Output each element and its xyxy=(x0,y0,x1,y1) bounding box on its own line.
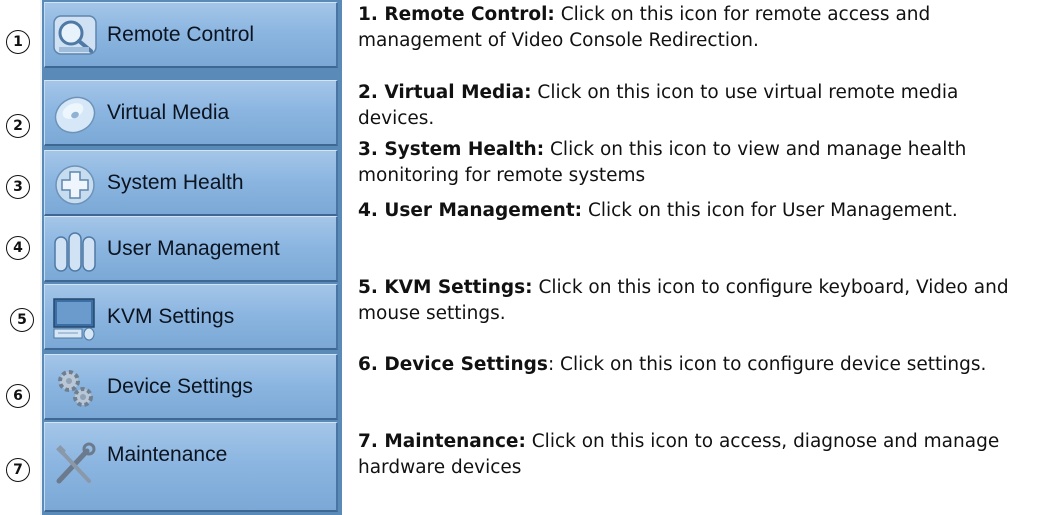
menu-button-remote-control[interactable]: Remote Control xyxy=(44,2,338,68)
description-text: : Click on this icon to configure device… xyxy=(547,354,987,375)
description-title: 3. System Health: xyxy=(358,139,545,160)
kvm-settings-monitor-icon xyxy=(53,298,95,341)
description-system-health: 3. System Health: Click on this icon to … xyxy=(358,137,1038,189)
description-title: 1. Remote Control: xyxy=(358,4,555,25)
description-title: 4. User Management: xyxy=(358,200,583,221)
menu-button-maintenance[interactable]: Maintenance xyxy=(44,422,338,512)
callout-number-4: 4 xyxy=(6,236,30,260)
callout-number-7: 7 xyxy=(6,458,30,482)
callout-number-3: 3 xyxy=(6,175,30,199)
menu-button-label: System Health xyxy=(107,171,244,194)
menu-button-user-management[interactable]: User Management xyxy=(44,216,338,282)
menu-button-label: Device Settings xyxy=(107,375,253,398)
description-user-management: 4. User Management: Click on this icon f… xyxy=(358,198,1038,224)
user-management-users-icon xyxy=(54,232,96,272)
description-title: 7. Maintenance: xyxy=(358,431,526,452)
description-text: Click on this icon for User Management. xyxy=(582,200,958,221)
menu-button-label: Maintenance xyxy=(107,443,228,466)
navigation-menu: Remote Control Virtual Media System Heal… xyxy=(40,0,342,515)
remote-control-icon xyxy=(53,15,97,55)
description-kvm-settings: 5. KVM Settings: Click on this icon to c… xyxy=(358,275,1038,327)
description-title: 6. Device Settings xyxy=(358,354,548,375)
maintenance-tools-icon xyxy=(56,442,96,484)
menu-button-label: Remote Control xyxy=(107,23,255,46)
description-virtual-media: 2. Virtual Media: Click on this icon to … xyxy=(358,80,1038,132)
description-remote-control: 1. Remote Control: Click on this icon fo… xyxy=(358,2,1038,54)
callout-number-6: 6 xyxy=(6,384,30,408)
description-device-settings: 6. Device Settings: Click on this icon t… xyxy=(358,352,1038,378)
callout-number-1: 1 xyxy=(6,30,30,54)
system-health-cross-icon xyxy=(55,165,95,205)
menu-button-system-health[interactable]: System Health xyxy=(44,150,338,216)
device-settings-gears-icon xyxy=(58,370,93,407)
description-title: 5. KVM Settings: xyxy=(358,277,533,298)
description-maintenance: 7. Maintenance: Click on this icon to ac… xyxy=(358,429,1038,481)
menu-button-virtual-media[interactable]: Virtual Media xyxy=(44,80,338,146)
menu-button-device-settings[interactable]: Device Settings xyxy=(44,354,338,420)
virtual-media-disc-icon xyxy=(54,96,96,134)
menu-button-label: Virtual Media xyxy=(107,101,230,124)
description-title: 2. Virtual Media: xyxy=(358,82,532,103)
menu-button-label: User Management xyxy=(107,237,280,260)
callout-number-5: 5 xyxy=(10,308,34,332)
callout-number-2: 2 xyxy=(6,114,30,138)
menu-button-kvm-settings[interactable]: KVM Settings xyxy=(44,284,338,350)
menu-button-label: KVM Settings xyxy=(107,305,235,328)
